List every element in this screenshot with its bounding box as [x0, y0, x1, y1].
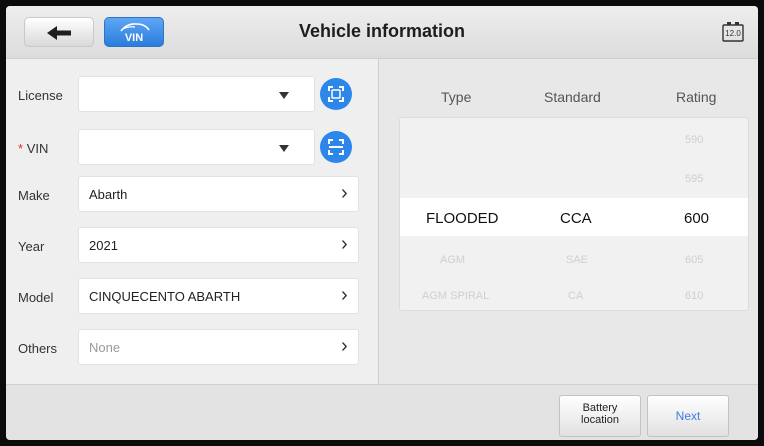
rating-option[interactable]: 605 [685, 254, 703, 266]
screen: VIN Vehicle information 12.0 License * V… [6, 6, 758, 440]
battery-location-button[interactable]: Battery location [559, 395, 641, 437]
column-header-type: Type [441, 89, 472, 105]
others-placeholder: None [89, 340, 121, 355]
type-option[interactable]: AGM [440, 254, 465, 266]
battery-location-line1: Battery [582, 402, 618, 414]
vin-dropdown-icon[interactable] [279, 145, 289, 152]
others-field[interactable]: None › [78, 329, 359, 365]
vin-label-wrap: * VIN [18, 141, 48, 156]
chevron-right-icon: › [341, 284, 348, 306]
column-header-rating: Rating [676, 89, 717, 105]
standard-option[interactable]: SAE [566, 254, 588, 266]
license-label: License [18, 88, 63, 103]
chevron-right-icon: › [341, 182, 348, 204]
chevron-right-icon: › [341, 233, 348, 255]
next-button[interactable]: Next [647, 395, 729, 437]
bottom-bar: Battery location Next [6, 384, 758, 440]
rating-option[interactable]: 590 [685, 134, 703, 146]
selected-type[interactable]: FLOODED [426, 210, 499, 227]
battery-picker: Type Standard Rating 590 595 FLOODED CCA… [379, 59, 758, 384]
license-dropdown-icon[interactable] [279, 92, 289, 99]
battery-wheel-list[interactable]: 590 595 FLOODED CCA 600 AGM SAE 605 AGM … [399, 117, 749, 311]
standard-option[interactable]: CA [568, 290, 583, 302]
model-value: CINQUECENTO ABARTH [89, 289, 241, 304]
year-label: Year [18, 239, 45, 254]
vin-label: VIN [26, 141, 49, 156]
model-label: Model [18, 290, 54, 305]
vin-scan-icon-button[interactable] [320, 131, 352, 163]
scan-icon [328, 86, 344, 102]
required-mark: * [18, 141, 24, 156]
selected-standard[interactable]: CCA [560, 210, 592, 227]
rating-option[interactable]: 595 [685, 173, 703, 185]
year-value: 2021 [89, 238, 118, 253]
make-label: Make [18, 188, 50, 203]
vehicle-form: License * VIN Make Abarth › Year 2021 › … [6, 59, 378, 384]
battery-voltage-icon: 12.0 [721, 21, 745, 43]
selected-rating[interactable]: 600 [684, 210, 709, 227]
rating-option[interactable]: 610 [685, 290, 703, 302]
others-label: Others [18, 341, 58, 356]
vin-field[interactable] [78, 129, 315, 165]
column-header-standard: Standard [544, 89, 601, 105]
battery-voltage-value: 12.0 [725, 29, 741, 38]
license-field[interactable] [78, 76, 315, 112]
battery-location-line2: location [581, 414, 619, 426]
year-field[interactable]: 2021 › [78, 227, 359, 263]
model-field[interactable]: CINQUECENTO ABARTH › [78, 278, 359, 314]
make-value: Abarth [89, 187, 128, 202]
make-field[interactable]: Abarth › [78, 176, 359, 212]
license-scan-button[interactable] [320, 78, 352, 110]
top-bar: VIN Vehicle information 12.0 [6, 6, 758, 59]
chevron-right-icon: › [341, 335, 348, 357]
type-option[interactable]: AGM SPIRAL [422, 290, 489, 302]
page-title: Vehicle information [298, 21, 466, 41]
scan-icon [328, 139, 344, 155]
